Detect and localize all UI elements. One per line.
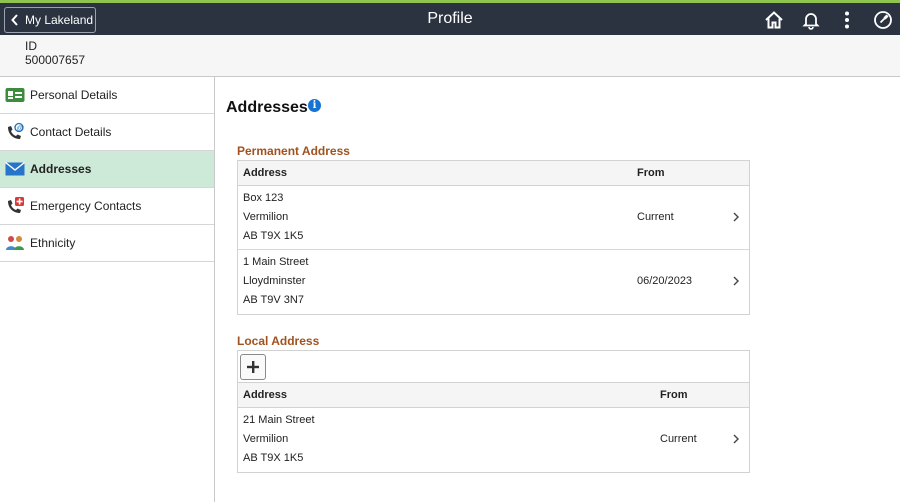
address-line-1: 1 Main Street xyxy=(243,256,309,268)
grid-header: Address From xyxy=(238,383,749,408)
compass-icon[interactable] xyxy=(872,9,894,31)
address-line-2: Lloydminster xyxy=(243,275,306,287)
from-value: 06/20/2023 xyxy=(637,275,693,287)
envelope-icon xyxy=(5,159,25,179)
column-header-from: From xyxy=(660,389,688,401)
from-value: Current xyxy=(637,211,674,223)
sidebar-item-label: Contact Details xyxy=(30,125,112,139)
sidebar-item-addresses[interactable]: Addresses xyxy=(0,151,214,188)
back-button[interactable]: My Lakeland xyxy=(4,7,96,33)
phone-plus-icon xyxy=(5,196,25,216)
table-row[interactable]: 21 Main Street Vermilion AB T9X 1K5 Curr… xyxy=(238,408,749,472)
sidebar-item-label: Ethnicity xyxy=(30,236,76,250)
add-address-button[interactable] xyxy=(240,354,266,380)
chevron-right-icon xyxy=(733,434,739,444)
sidebar-item-ethnicity[interactable]: Ethnicity xyxy=(0,225,214,262)
grid-header: Address From xyxy=(238,161,749,186)
sidebar-item-label: Addresses xyxy=(30,162,92,176)
sidebar-item-emergency-contacts[interactable]: Emergency Contacts xyxy=(0,188,214,225)
address-line-2: Vermilion xyxy=(243,433,289,445)
local-address-title: Local Address xyxy=(237,334,320,348)
column-header-from: From xyxy=(637,167,665,179)
permanent-address-grid: Address From Box 123 Vermilion AB T9X 1K… xyxy=(237,160,750,315)
back-button-label: My Lakeland xyxy=(25,13,94,27)
main-content: Addresses i Permanent Address Address Fr… xyxy=(215,77,900,502)
chevron-left-icon xyxy=(11,14,18,26)
address-line-3: AB T9X 1K5 xyxy=(243,452,304,464)
id-value: 500007657 xyxy=(25,53,86,67)
sidebar-item-personal-details[interactable]: Personal Details xyxy=(0,77,214,114)
home-icon[interactable] xyxy=(763,9,785,31)
id-label: ID xyxy=(25,39,37,53)
address-line-3: AB T9V 3N7 xyxy=(243,294,304,306)
id-card-icon xyxy=(5,85,25,105)
sidebar-item-label: Emergency Contacts xyxy=(30,199,142,213)
top-bar: My Lakeland Profile xyxy=(0,0,900,35)
phone-at-icon: @ xyxy=(5,122,25,142)
plus-icon xyxy=(247,361,259,373)
section-title: Addresses xyxy=(226,99,308,116)
id-bar: ID 500007657 xyxy=(0,35,900,77)
from-value: Current xyxy=(660,433,697,445)
info-icon[interactable]: i xyxy=(308,99,321,112)
chevron-right-icon xyxy=(733,212,739,222)
address-line-1: 21 Main Street xyxy=(243,414,315,426)
column-header-address: Address xyxy=(243,167,288,179)
table-row[interactable]: Box 123 Vermilion AB T9X 1K5 Current xyxy=(238,186,749,250)
permanent-address-title: Permanent Address xyxy=(237,144,350,158)
sidebar-item-label: Personal Details xyxy=(30,88,118,102)
table-row[interactable]: 1 Main Street Lloydminster AB T9V 3N7 06… xyxy=(238,250,749,314)
more-vertical-icon[interactable] xyxy=(836,9,858,31)
local-address-grid: Address From 21 Main Street Vermilion AB… xyxy=(237,350,750,473)
address-line-1: Box 123 xyxy=(243,192,284,204)
grid-toolbar xyxy=(238,351,749,383)
people-icon xyxy=(5,233,25,253)
address-line-2: Vermilion xyxy=(243,211,289,223)
address-line-3: AB T9X 1K5 xyxy=(243,230,304,242)
column-header-address: Address xyxy=(243,389,288,401)
bell-icon[interactable] xyxy=(800,9,822,31)
sidebar-item-contact-details[interactable]: @ Contact Details xyxy=(0,114,214,151)
sidebar: Personal Details @ Contact Details Addre… xyxy=(0,77,215,502)
svg-text:@: @ xyxy=(17,125,24,132)
chevron-right-icon xyxy=(733,276,739,286)
